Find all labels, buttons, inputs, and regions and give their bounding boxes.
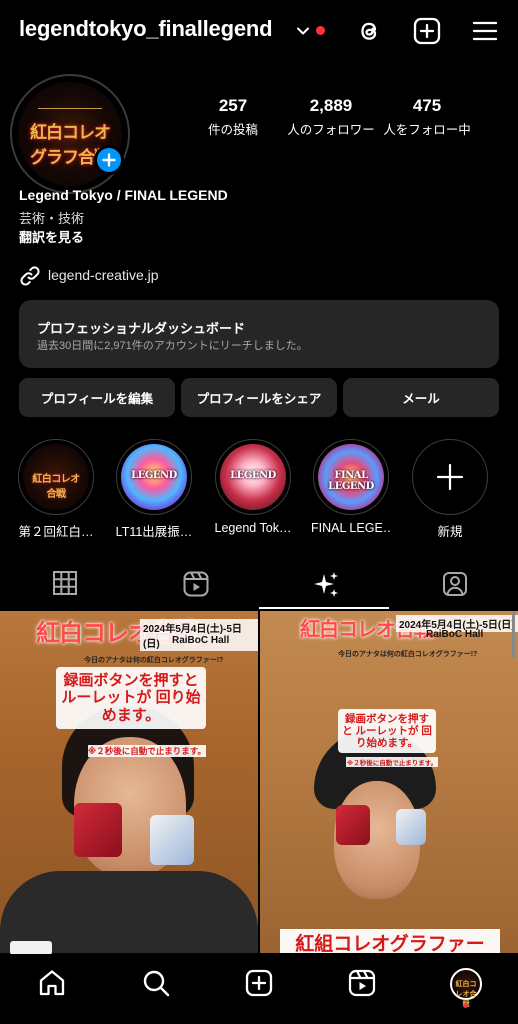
highlight-thumb-text: 紅白コレオ合戦 — [32, 474, 80, 500]
top-bar: legendtokyo_finallegend — [0, 0, 518, 64]
highlight-label: LT11出展振… — [115, 525, 193, 539]
post-thumbnail[interactable]: 紅白コレオ合戦 2024年5月4日(土)-5日(日) RaiBoC Hall 今… — [0, 611, 258, 953]
edit-profile-button[interactable]: プロフィールを編集 — [19, 378, 175, 417]
add-story-button[interactable] — [94, 145, 124, 175]
cheek-card-white — [396, 809, 426, 845]
highlight-label: 新規 — [437, 525, 463, 539]
post-hall-text: RaiBoC Hall — [172, 635, 230, 646]
highlight-ring: LEGEND — [215, 439, 291, 515]
highlight-thumb-text: FINAL LEGEND — [328, 470, 374, 492]
dashboard-title: プロフェッショナルダッシュボード — [37, 321, 246, 336]
create-icon[interactable] — [244, 968, 274, 998]
post-note-text: ※２秒後に自動で止まります。 — [88, 745, 206, 757]
followers-count-label: 人のフォロワー — [287, 123, 375, 137]
highlight-thumbnail: FINAL LEGEND — [318, 444, 384, 510]
highlight-item[interactable]: LEGEND LT11出展振… — [114, 439, 194, 540]
cheek-card-red — [336, 805, 370, 845]
highlight-item[interactable]: LEGEND Legend Tok… — [213, 439, 293, 535]
posts-count[interactable]: 257 件の投稿 — [195, 96, 271, 138]
translate-link[interactable]: 翻訳を見る — [19, 227, 84, 246]
tab-tagged[interactable] — [389, 560, 518, 610]
highlight-thumbnail: 紅白コレオ合戦 — [23, 444, 89, 510]
create-post-icon[interactable] — [412, 16, 442, 46]
post-caption-line: 今日のアナタは何の紅白コレオグラファー!? — [84, 657, 224, 664]
new-highlight-button[interactable]: 新規 — [410, 439, 490, 540]
highlight-label: FINAL LEGE… — [311, 521, 391, 535]
home-icon[interactable] — [37, 968, 67, 998]
tab-sparkles[interactable] — [259, 560, 389, 610]
reels-icon — [183, 571, 208, 597]
profile-avatar-ring[interactable]: 紅白コレオグラフ合戦 — [10, 74, 130, 194]
posts-count-label: 件の投稿 — [207, 123, 258, 137]
reels-icon[interactable] — [347, 968, 377, 998]
post-hall-text: RaiBoC Hall — [426, 629, 484, 640]
post-corner-logo — [10, 941, 52, 955]
profile-username[interactable]: legendtokyo_finallegend — [19, 16, 273, 42]
following-count-value: 475 — [412, 96, 442, 115]
profile-category: 芸術・技術 — [19, 211, 85, 226]
chevron-down-icon[interactable] — [296, 24, 310, 38]
posts-count-value: 257 — [218, 96, 248, 115]
tagged-icon — [442, 572, 467, 596]
highlight-thumbnail: LEGEND — [220, 444, 286, 510]
dashboard-subtitle: 過去30日間に2,971件のアカウントにリーチしました。 — [37, 340, 308, 352]
cheek-card-red — [74, 803, 122, 857]
highlight-ring: 紅白コレオ合戦 — [18, 439, 94, 515]
profile-avatar-nav[interactable]: 紅白コレオ合戦 — [450, 968, 482, 1008]
highlight-thumbnail: LEGEND — [121, 444, 187, 510]
highlight-item[interactable]: FINAL LEGEND FINAL LEGE… — [311, 439, 391, 535]
plus-icon — [102, 153, 116, 167]
cheek-card-white — [150, 815, 194, 865]
share-profile-button[interactable]: プロフィールをシェア — [181, 378, 337, 417]
active-tab-indicator — [259, 607, 389, 609]
grid-icon — [53, 571, 77, 595]
profile-display-name: Legend Tokyo / FINAL LEGEND — [19, 187, 228, 203]
email-button[interactable]: メール — [343, 378, 499, 417]
new-highlight-ring — [412, 439, 488, 515]
avatar-decoration — [38, 108, 102, 116]
post-thumbnail[interactable]: 紅白コレオ合戦 2024年5月4日(土)-5日(日) RaiBoC Hall 今… — [260, 611, 518, 953]
menu-icon[interactable] — [470, 16, 500, 46]
threads-icon[interactable] — [354, 16, 384, 46]
followers-count[interactable]: 2,889 人のフォロワー — [283, 96, 379, 138]
professional-dashboard[interactable]: プロフェッショナルダッシュボード 過去30日間に2,971件のアカウントにリーチ… — [19, 300, 499, 368]
highlight-thumb-text: LEGEND — [230, 470, 276, 481]
scrollbar[interactable] — [512, 612, 515, 658]
plus-icon — [436, 463, 464, 491]
notification-dot — [316, 26, 325, 35]
website-link[interactable]: legend-creative.jp — [48, 267, 159, 283]
tab-grid[interactable] — [0, 560, 130, 610]
highlight-thumb-text: LEGEND — [131, 470, 177, 481]
active-nav-dot — [463, 1003, 468, 1008]
post-caption-line: 今日のアナタは何の紅白コレオグラファー!? — [338, 651, 478, 658]
link-icon — [20, 266, 40, 286]
following-count-label: 人をフォロー中 — [383, 123, 471, 137]
highlight-ring: LEGEND — [116, 439, 192, 515]
highlight-item[interactable]: 紅白コレオ合戦 第２回紅白… — [16, 439, 96, 540]
post-note-text: ※２秒後に自動で止まります。 — [346, 757, 438, 767]
bottom-nav: 紅白コレオ合戦 — [0, 954, 518, 1024]
post-banner-text: 録画ボタンを押すと ルーレットが 回り始めます。 — [338, 709, 436, 754]
sparkles-icon — [314, 572, 338, 597]
tab-reels[interactable] — [130, 560, 260, 610]
highlight-ring: FINAL LEGEND — [313, 439, 389, 515]
post-banner-text: 録画ボタンを押すと ルーレットが 回り始めます。 — [56, 667, 206, 729]
post-bottom-banner: 紅組コレオグラファー — [280, 929, 500, 953]
followers-count-value: 2,889 — [309, 96, 353, 115]
highlight-label: 第２回紅白… — [18, 525, 94, 539]
highlight-label: Legend Tok… — [214, 521, 292, 535]
search-icon[interactable] — [141, 968, 171, 998]
following-count[interactable]: 475 人をフォロー中 — [382, 96, 472, 138]
profile-tabs — [0, 560, 518, 610]
